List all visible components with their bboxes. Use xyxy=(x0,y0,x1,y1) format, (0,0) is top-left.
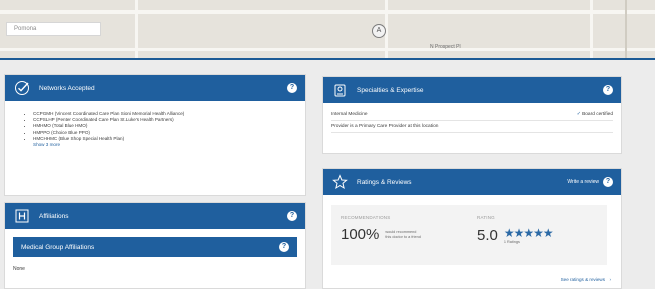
board-certified-badge: ✓ Board certified xyxy=(576,112,613,117)
rating-count: 1 Ratings xyxy=(503,240,520,244)
ratings-card: Ratings & Reviews Write a review ? RECOM… xyxy=(322,168,622,289)
chevron-right-icon[interactable]: › xyxy=(609,277,611,282)
help-icon[interactable]: ? xyxy=(287,83,297,93)
recommendations-block: RECOMMENDATIONS 100% would recommend thi… xyxy=(341,215,421,243)
building-icon xyxy=(13,207,31,225)
rating-label: RATING xyxy=(477,215,495,220)
badge-icon xyxy=(331,81,349,99)
rating-value: 5.0 xyxy=(477,227,498,244)
location-map[interactable]: Pomona A N Prospect Pl xyxy=(0,0,655,58)
checkmark-icon xyxy=(13,79,31,97)
ratings-summary: RECOMMENDATIONS 100% would recommend thi… xyxy=(331,205,607,265)
networks-card: Networks Accepted ? CCPGMH (Vincent Coor… xyxy=(4,74,306,196)
medical-group-title: Medical Group Affiliations xyxy=(21,243,95,251)
map-marker-icon[interactable]: A xyxy=(372,24,386,38)
specialty-row: Internal Medicine ✓ Board certified xyxy=(323,109,621,120)
specialties-card: Specialties & Expertise ? Internal Medic… xyxy=(322,76,622,154)
map-road xyxy=(625,0,627,58)
star-icon xyxy=(331,173,349,191)
ratings-card-header: Ratings & Reviews Write a review ? xyxy=(323,169,621,195)
map-street-label: N Prospect Pl xyxy=(430,44,461,50)
help-icon[interactable]: ? xyxy=(279,242,289,252)
pcp-note: Provider is a Primary Care Provider at t… xyxy=(331,124,439,129)
provider-profile-page: Pomona A N Prospect Pl Networks Accepted… xyxy=(0,0,655,289)
header-divider xyxy=(0,58,655,60)
specialty-name: Internal Medicine xyxy=(331,112,368,117)
see-reviews-label[interactable]: See ratings & reviews xyxy=(561,277,605,282)
pcp-note-row: Provider is a Primary Care Provider at t… xyxy=(323,121,621,132)
map-road xyxy=(0,10,655,14)
write-review-link[interactable]: Write a review xyxy=(567,179,599,185)
map-search-input[interactable]: Pomona xyxy=(6,22,101,36)
divider xyxy=(331,132,613,133)
see-reviews-link[interactable]: See ratings & reviews › xyxy=(561,268,611,286)
help-icon[interactable]: ? xyxy=(287,211,297,221)
star-rating-icon: ★★★★★ xyxy=(503,226,554,240)
show-more-link[interactable]: Show 3 more xyxy=(5,142,305,148)
affiliations-card: Affiliations ? Medical Group Affiliation… xyxy=(4,202,306,289)
help-icon[interactable]: ? xyxy=(603,85,613,95)
recommendations-note: this doctor to a friend xyxy=(385,234,421,239)
medical-group-header: Medical Group Affiliations ? xyxy=(13,237,297,257)
ratings-card-title: Ratings & Reviews xyxy=(357,178,412,186)
networks-list: CCPGMH (Vincent Coordinated Care Plan Si… xyxy=(5,101,305,142)
medical-group-section: Medical Group Affiliations ? None xyxy=(5,229,305,272)
specialties-card-title: Specialties & Expertise xyxy=(357,86,424,94)
check-icon: ✓ xyxy=(576,112,581,117)
affiliations-card-header: Affiliations ? xyxy=(5,203,305,229)
rating-block: RATING 5.0 ★★★★★ 1 Ratings xyxy=(477,215,554,245)
recommendations-value: 100% xyxy=(341,226,380,243)
specialties-card-header: Specialties & Expertise ? xyxy=(323,77,621,103)
map-road xyxy=(590,0,593,58)
networks-card-header: Networks Accepted ? xyxy=(5,75,305,101)
recommendations-label: RECOMMENDATIONS xyxy=(341,215,391,220)
map-road xyxy=(135,0,138,58)
recommendations-note: would recommend xyxy=(385,229,417,234)
map-road xyxy=(0,48,655,51)
networks-card-title: Networks Accepted xyxy=(39,84,95,92)
help-icon[interactable]: ? xyxy=(603,177,613,187)
medical-group-value: None xyxy=(13,266,25,272)
affiliations-card-title: Affiliations xyxy=(39,212,69,220)
